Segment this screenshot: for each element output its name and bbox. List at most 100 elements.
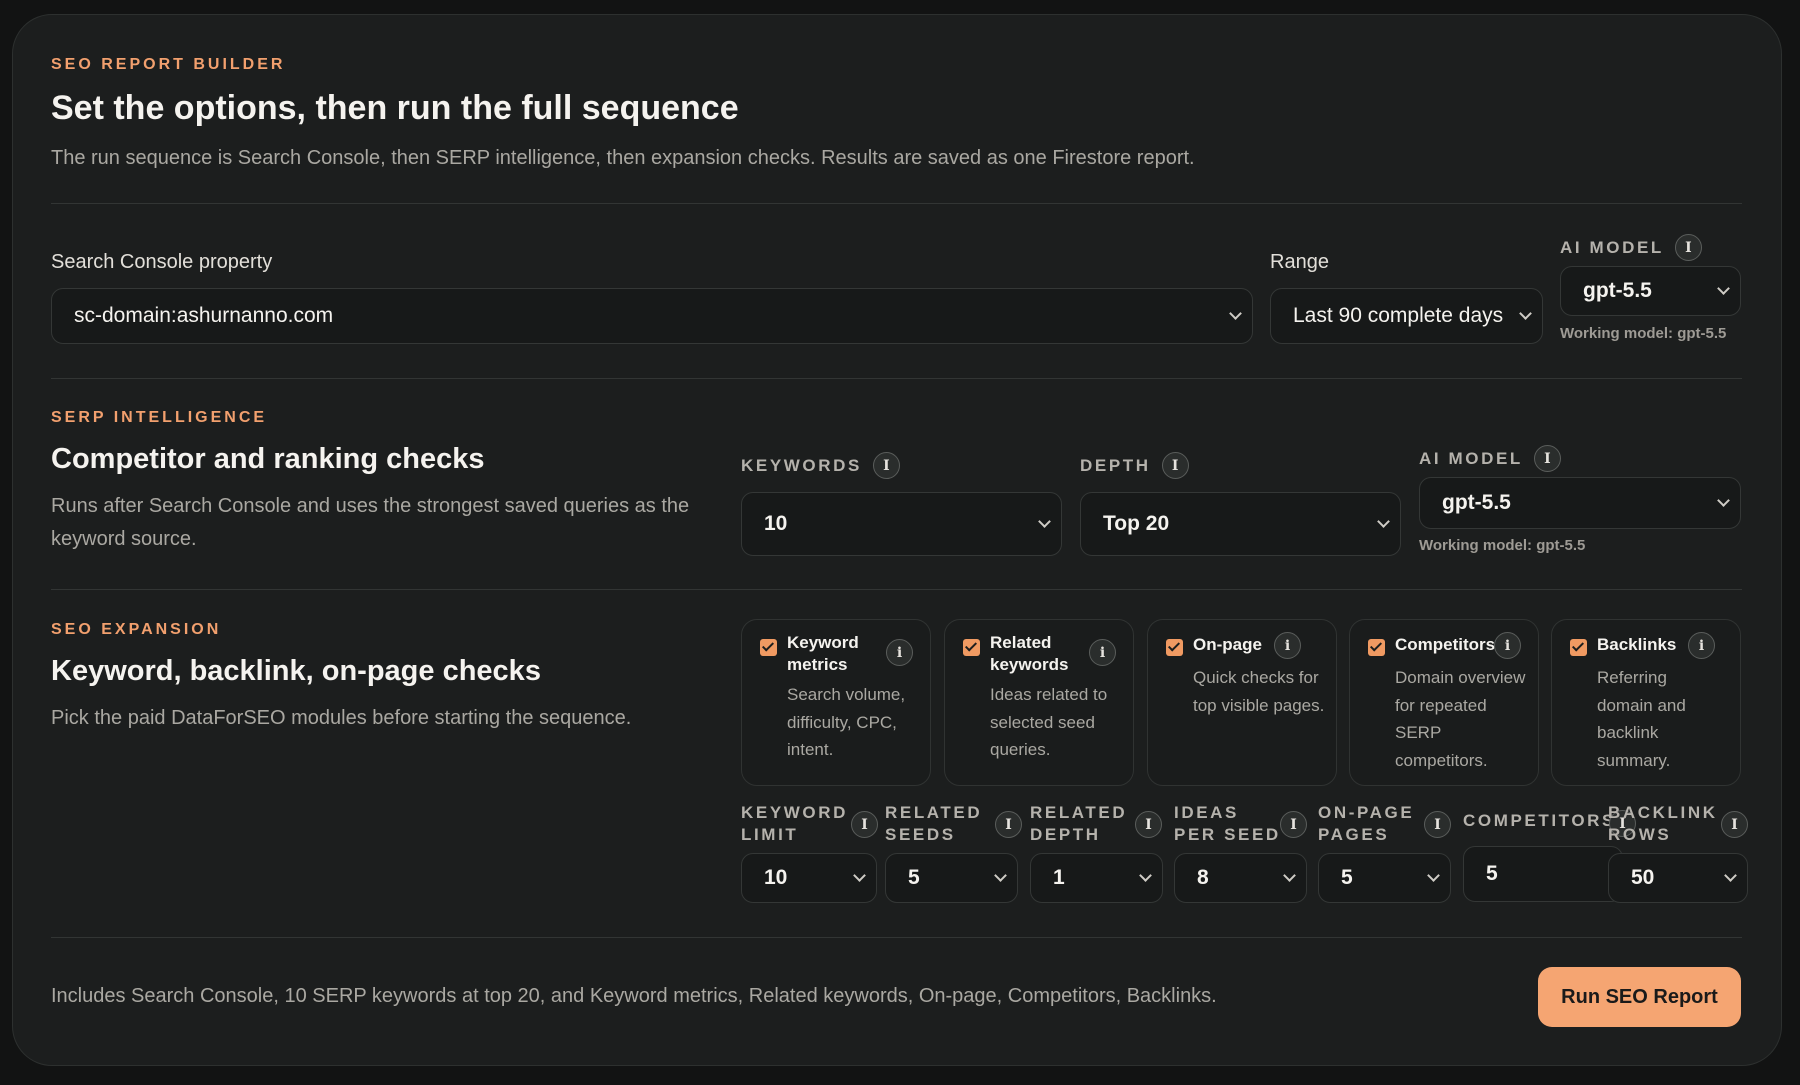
- ideas-per-seed-select[interactable]: 8: [1174, 853, 1307, 903]
- serp-working-model: Working model: gpt-5.5: [1419, 537, 1586, 554]
- info-icon[interactable]: i: [851, 811, 878, 838]
- chevron-down-icon: [1519, 307, 1532, 320]
- chevron-down-icon: [1427, 869, 1440, 882]
- related-depth-value: 1: [1053, 866, 1065, 889]
- backlink-rows-value: 50: [1631, 866, 1655, 889]
- page-description: The run sequence is Search Console, then…: [51, 147, 1195, 169]
- module-title: Related keywords: [990, 633, 1069, 674]
- chevron-down-icon: [994, 869, 1007, 882]
- info-icon[interactable]: i: [1089, 639, 1116, 666]
- module-title: Backlinks: [1597, 635, 1677, 654]
- keyword-limit-label: KEYWORD LIMIT i: [741, 802, 878, 846]
- keyword-limit-value: 10: [764, 866, 788, 889]
- related-seeds-value: 5: [908, 866, 920, 889]
- divider: [51, 203, 1742, 204]
- label-line: COMPETITORS: [1463, 811, 1616, 830]
- serp-title: Competitor and ranking checks: [51, 443, 485, 475]
- competitors-value: 5: [1486, 862, 1498, 885]
- run-summary: Includes Search Console, 10 SERP keyword…: [51, 985, 1217, 1007]
- info-icon[interactable]: i: [1274, 632, 1301, 659]
- divider: [51, 937, 1742, 938]
- serp-model-label: AI MODEL i: [1419, 445, 1561, 472]
- module-title: On-page: [1193, 635, 1262, 654]
- module-keyword-metrics[interactable]: Keyword metrics i Search volume, difficu…: [741, 619, 931, 786]
- top-model-label: AI MODEL i: [1560, 234, 1702, 261]
- section-eyebrow: SEO REPORT BUILDER: [51, 56, 286, 73]
- info-icon[interactable]: i: [1674, 234, 1702, 261]
- module-description: Search volume, difficulty, CPC, intent.: [787, 685, 906, 759]
- info-icon[interactable]: i: [872, 452, 900, 479]
- on-page-pages-value: 5: [1341, 866, 1353, 889]
- on-page-pages-select[interactable]: 5: [1318, 853, 1451, 903]
- checkbox-competitors[interactable]: [1368, 639, 1385, 656]
- backlink-rows-select[interactable]: 50: [1608, 853, 1748, 903]
- divider: [51, 378, 1742, 379]
- competitors-label: COMPETITORS i: [1463, 810, 1636, 837]
- info-icon[interactable]: i: [1533, 445, 1561, 472]
- chevron-down-icon: [1717, 282, 1730, 295]
- module-related-keywords[interactable]: Related keywords i Ideas related to sele…: [944, 619, 1134, 786]
- chevron-down-icon: [1139, 869, 1152, 882]
- info-icon[interactable]: i: [1688, 632, 1715, 659]
- related-depth-label: RELATED DEPTH i: [1030, 802, 1166, 846]
- chevron-down-icon: [1229, 307, 1242, 320]
- expansion-title: Keyword, backlink, on-page checks: [51, 655, 541, 687]
- module-title: Competitors: [1395, 635, 1496, 654]
- depth-select[interactable]: Top 20: [1080, 492, 1401, 556]
- keywords-select[interactable]: 10: [741, 492, 1062, 556]
- info-icon[interactable]: i: [1280, 811, 1307, 838]
- keyword-limit-select[interactable]: 10: [741, 853, 877, 903]
- depth-label: DEPTH i: [1080, 452, 1189, 479]
- range-value: Last 90 complete days: [1293, 304, 1504, 327]
- top-model-select[interactable]: gpt-5.5: [1560, 266, 1741, 316]
- page-title: Set the options, then run the full seque…: [51, 89, 739, 127]
- on-page-pages-label: ON-PAGE PAGES i: [1318, 802, 1454, 846]
- property-select[interactable]: sc-domain:ashurnanno.com: [51, 288, 1253, 344]
- checkbox-keyword-metrics[interactable]: [760, 639, 777, 656]
- module-competitors[interactable]: Competitors i Domain overview for repeat…: [1349, 619, 1539, 786]
- related-seeds-select[interactable]: 5: [885, 853, 1018, 903]
- chevron-down-icon: [1717, 494, 1730, 507]
- serp-model-select[interactable]: gpt-5.5: [1419, 477, 1741, 529]
- module-on-page[interactable]: On-page i Quick checks for top visible p…: [1147, 619, 1337, 786]
- info-icon[interactable]: i: [1135, 811, 1162, 838]
- module-title: Keyword metrics: [787, 633, 859, 674]
- checkbox-related-keywords[interactable]: [963, 639, 980, 656]
- serp-model-value: gpt-5.5: [1442, 491, 1511, 514]
- range-select[interactable]: Last 90 complete days: [1270, 288, 1543, 344]
- keywords-label: KEYWORDS i: [741, 452, 900, 479]
- competitors-input[interactable]: 5: [1463, 846, 1623, 902]
- info-icon[interactable]: i: [1161, 452, 1189, 479]
- expansion-eyebrow: SEO EXPANSION: [51, 621, 222, 638]
- keywords-value: 10: [764, 512, 788, 535]
- info-icon[interactable]: i: [1721, 811, 1748, 838]
- info-icon[interactable]: i: [1424, 811, 1451, 838]
- info-icon[interactable]: i: [995, 811, 1022, 838]
- chevron-down-icon: [1724, 869, 1737, 882]
- chevron-down-icon: [1283, 869, 1296, 882]
- info-icon[interactable]: i: [1494, 632, 1521, 659]
- chevron-down-icon: [853, 869, 866, 882]
- checkbox-backlinks[interactable]: [1570, 639, 1587, 656]
- depth-label-text: DEPTH: [1080, 455, 1151, 475]
- chevron-down-icon: [1038, 515, 1051, 528]
- backlink-rows-label: BACKLINK ROWS i: [1608, 802, 1748, 846]
- module-description: Ideas related to selected seed queries.: [990, 685, 1108, 759]
- top-model-value: gpt-5.5: [1583, 279, 1652, 302]
- module-backlinks[interactable]: Backlinks i Referring domain and backlin…: [1551, 619, 1741, 786]
- property-value: sc-domain:ashurnanno.com: [74, 304, 334, 327]
- depth-value: Top 20: [1103, 512, 1170, 535]
- top-model-label-text: AI MODEL: [1560, 237, 1664, 257]
- ideas-per-seed-value: 8: [1197, 866, 1209, 889]
- related-seeds-label: RELATED SEEDS i: [885, 802, 1022, 846]
- top-working-model: Working model: gpt-5.5: [1560, 325, 1727, 342]
- serp-description: Runs after Search Console and uses the s…: [51, 495, 690, 550]
- related-depth-select[interactable]: 1: [1030, 853, 1163, 903]
- run-seo-report-button[interactable]: Run SEO Report: [1538, 967, 1741, 1027]
- checkbox-on-page[interactable]: [1166, 639, 1183, 656]
- ideas-per-seed-label: IDEAS PER SEED i: [1174, 802, 1310, 846]
- info-icon[interactable]: i: [886, 639, 913, 666]
- serp-model-label-text: AI MODEL: [1419, 448, 1523, 468]
- serp-eyebrow: SERP INTELLIGENCE: [51, 409, 268, 426]
- module-description: Domain overview for repeated SERP compet…: [1395, 668, 1526, 770]
